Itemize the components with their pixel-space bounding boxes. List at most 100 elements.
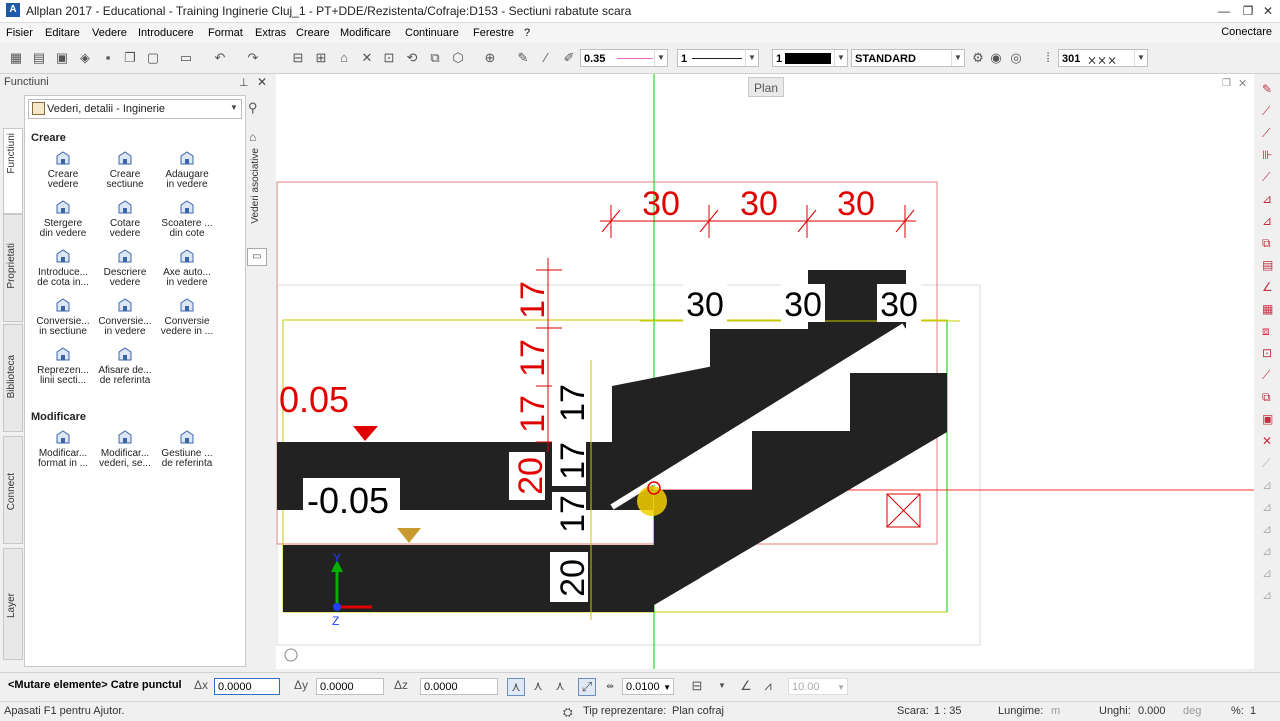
menu-creare[interactable]: Creare [296, 27, 330, 39]
side-tool-icon[interactable]: ⊿ [1262, 500, 1272, 514]
tab-proprietati[interactable]: Proprietati [3, 214, 23, 322]
side-tool-icon[interactable]: ⊿ [1262, 544, 1272, 558]
palette-tool[interactable]: Creare sectiune [94, 150, 156, 190]
side-tool-icon[interactable]: ⊿ [1262, 522, 1272, 536]
tab-biblioteca[interactable]: Biblioteca [3, 324, 23, 432]
side-tool-icon[interactable]: ⊿ [1262, 588, 1272, 602]
dx-input[interactable]: 0.0000 [214, 678, 280, 695]
open-icon[interactable]: ▣ [54, 50, 70, 66]
save-icon[interactable]: ▪ [100, 50, 116, 66]
menu-format[interactable]: Format [208, 27, 243, 39]
dy-input[interactable]: 0.0000 [316, 678, 384, 695]
connect-menu[interactable]: Conectare [1221, 26, 1272, 38]
angle-input[interactable]: 10.00 ▼ [788, 678, 848, 695]
mirror-icon[interactable]: ⧉ [427, 50, 443, 66]
color-select[interactable]: 1 ▼ [772, 49, 848, 67]
menu-editare[interactable]: Editare [45, 27, 80, 39]
associative-view-icon[interactable]: ⌂ [249, 130, 256, 144]
side-tool-icon[interactable]: ▤ [1262, 258, 1273, 272]
grid-icon[interactable]: ▤ [31, 50, 47, 66]
side-tool-icon[interactable]: ⟋ [1262, 170, 1270, 185]
copy-icon[interactable]: ❐ [122, 50, 138, 66]
tab-layer[interactable]: Layer [3, 548, 23, 660]
menu-continuare[interactable]: Continuare [405, 27, 459, 39]
hatch-icon[interactable]: ⁞ [1040, 50, 1056, 66]
palette-tool[interactable]: Conversie... in sectiune [32, 297, 94, 337]
delete-icon[interactable]: ✕ [359, 50, 375, 66]
layer-filter-icon[interactable]: ◎ [1008, 50, 1024, 66]
dimension-icon[interactable]: ⊟ [290, 50, 306, 66]
view-list-icon[interactable]: ▭ [247, 248, 267, 266]
layer-select[interactable]: STANDARD ▼ [851, 49, 965, 67]
menu-introducere[interactable]: Introducere [138, 27, 194, 39]
tab-functiuni[interactable]: Functiuni [3, 128, 23, 214]
line-type-select[interactable]: 1 ▼ [677, 49, 759, 67]
repr-value[interactable]: Plan cofraj [672, 705, 724, 717]
menu-ferestre[interactable]: Ferestre [473, 27, 514, 39]
side-tool-icon[interactable]: ▣ [1262, 412, 1273, 426]
palette-tool[interactable]: Modificar... format in ... [32, 429, 94, 469]
menu-vedere[interactable]: Vedere [92, 27, 127, 39]
palette-tool[interactable]: Afisare de... de referinta [94, 346, 156, 386]
redo-icon[interactable]: ↷ [245, 50, 261, 66]
section-icon[interactable]: ⊞ [313, 50, 329, 66]
search-icon[interactable]: ⚲ [248, 100, 258, 116]
layer-visibility-icon[interactable]: ◉ [988, 50, 1004, 66]
module-dropdown[interactable]: Vederi, detalii - Inginerie ▼ [28, 99, 242, 119]
step-select[interactable]: 0.0100 ▼ [622, 678, 674, 695]
pin-icon[interactable]: ⊥ [239, 76, 249, 89]
side-tool-icon[interactable]: ⟋ [1262, 456, 1270, 471]
menu-modificare[interactable]: Modificare [340, 27, 391, 39]
zoom-icon[interactable]: ⊕ [482, 50, 498, 66]
side-tool-icon[interactable]: ⊿ [1262, 566, 1272, 580]
side-tool-icon[interactable]: ⊿ [1262, 192, 1272, 206]
rotate-icon[interactable]: ⟲ [404, 50, 420, 66]
side-tool-icon[interactable]: ⟋ [1262, 368, 1270, 383]
palette-tool[interactable]: Conversie... in vedere [94, 297, 156, 337]
hatch-select[interactable]: 301 ⨯⨯⨯ ▼ [1058, 49, 1148, 67]
menu-help[interactable]: ? [524, 27, 530, 39]
chevron-down-icon[interactable]: ▼ [714, 678, 730, 694]
side-tool-icon[interactable]: ⟋ [1262, 104, 1270, 119]
move-icon[interactable]: ⊡ [381, 50, 397, 66]
track-mode-icon[interactable]: ⋏ [552, 678, 568, 694]
side-tool-icon[interactable]: ▦ [1262, 302, 1273, 316]
palette-tool[interactable]: Gestiune ... de referinta [156, 429, 218, 469]
side-tool-icon[interactable]: ⧉ [1262, 390, 1271, 405]
properties-icon[interactable]: ✎ [515, 50, 531, 66]
side-tool-icon[interactable]: ✕ [1262, 434, 1272, 448]
point-mode-icon[interactable]: ⋏ [507, 678, 525, 696]
drawing-canvas[interactable]: 30 30 30 30 30 30 17 17 17 20 17 17 17 2… [276, 74, 1254, 669]
palette-tool[interactable]: Stergere din vedere [32, 199, 94, 239]
palette-tool[interactable]: Reprezen... linii secti... [32, 346, 94, 386]
length-unit[interactable]: m [1051, 705, 1060, 717]
scale-value[interactable]: 1 : 35 [934, 705, 962, 717]
side-tool-icon[interactable]: ⧉ [1262, 236, 1271, 251]
angle-snap-icon[interactable]: ⩘ [760, 678, 776, 694]
project-icon[interactable]: ◈ [77, 50, 93, 66]
preview-icon[interactable]: ▭ [178, 50, 194, 66]
snap-settings-icon[interactable] [284, 648, 298, 662]
palette-tool[interactable]: Conversie vedere in ... [156, 297, 218, 337]
ruler-icon[interactable]: ⇹ [602, 678, 618, 694]
pen-thickness-select[interactable]: 0.35 ▼ [580, 49, 668, 67]
side-tool-icon[interactable]: ⊪ [1262, 148, 1272, 162]
tab-vederi-asociative[interactable]: Vederi asociative [250, 148, 261, 224]
palette-tool[interactable]: Creare vedere [32, 150, 94, 190]
tab-connect[interactable]: Connect [3, 436, 23, 544]
new-file-icon[interactable]: ▦ [8, 50, 24, 66]
palette-tool[interactable]: Cotare vedere [94, 199, 156, 239]
close-view-icon[interactable]: ✕ [1238, 77, 1247, 90]
restore-view-icon[interactable]: ❐ [1222, 78, 1231, 89]
palette-tool[interactable]: Adaugare in vedere [156, 150, 218, 190]
structure-icon[interactable]: ⌂ [336, 50, 352, 66]
undo-icon[interactable]: ↶ [212, 50, 228, 66]
menu-fisier[interactable]: Fisier [6, 27, 33, 39]
palette-tool[interactable]: Axe auto... in vedere [156, 248, 218, 288]
angle-icon[interactable]: ∠ [738, 678, 754, 694]
grid-settings-icon[interactable]: ⊟ [686, 678, 708, 694]
palette-tool[interactable]: Scoatere ... din cote [156, 199, 218, 239]
side-tool-icon[interactable]: ⊿ [1262, 214, 1272, 228]
palette-tool[interactable]: Descriere vedere [94, 248, 156, 288]
dz-input[interactable]: 0.0000 [420, 678, 498, 695]
